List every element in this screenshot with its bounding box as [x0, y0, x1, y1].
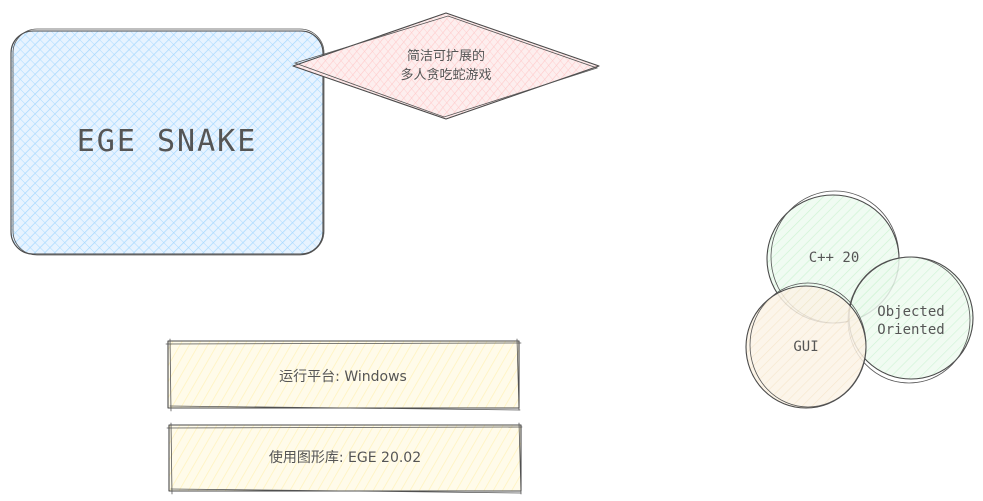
- venn-circle-oop[interactable]: [847, 256, 974, 384]
- title-box-label: EGE SNAKE: [77, 124, 258, 159]
- venn-oop-label-2: Oriented: [877, 322, 944, 338]
- title-box[interactable]: EGE SNAKE: [10, 28, 325, 256]
- platform-box[interactable]: 运行平台: Windows: [165, 338, 522, 412]
- venn-cpp-label: C++ 20: [809, 250, 860, 266]
- venn-oop-label-1: Objected: [877, 304, 944, 320]
- graphics-library-label: 使用图形库: EGE 20.02: [269, 449, 421, 466]
- tagline-line-2: 多人贪吃蛇游戏: [400, 67, 491, 83]
- tagline-diamond[interactable]: 简洁可扩展的 多人贪吃蛇游戏: [292, 12, 600, 120]
- venn-diagram: C++ 20 Objected Oriented GUI: [745, 190, 974, 409]
- diagram-canvas: EGE SNAKE 简洁可扩展的 多人贪吃蛇游戏 运行平台: Windows 使…: [10, 12, 974, 495]
- venn-gui-label: GUI: [793, 339, 818, 355]
- platform-label: 运行平台: Windows: [279, 369, 407, 385]
- graphics-library-box[interactable]: 使用图形库: EGE 20.02: [166, 422, 523, 495]
- tagline-line-1: 简洁可扩展的: [407, 48, 485, 64]
